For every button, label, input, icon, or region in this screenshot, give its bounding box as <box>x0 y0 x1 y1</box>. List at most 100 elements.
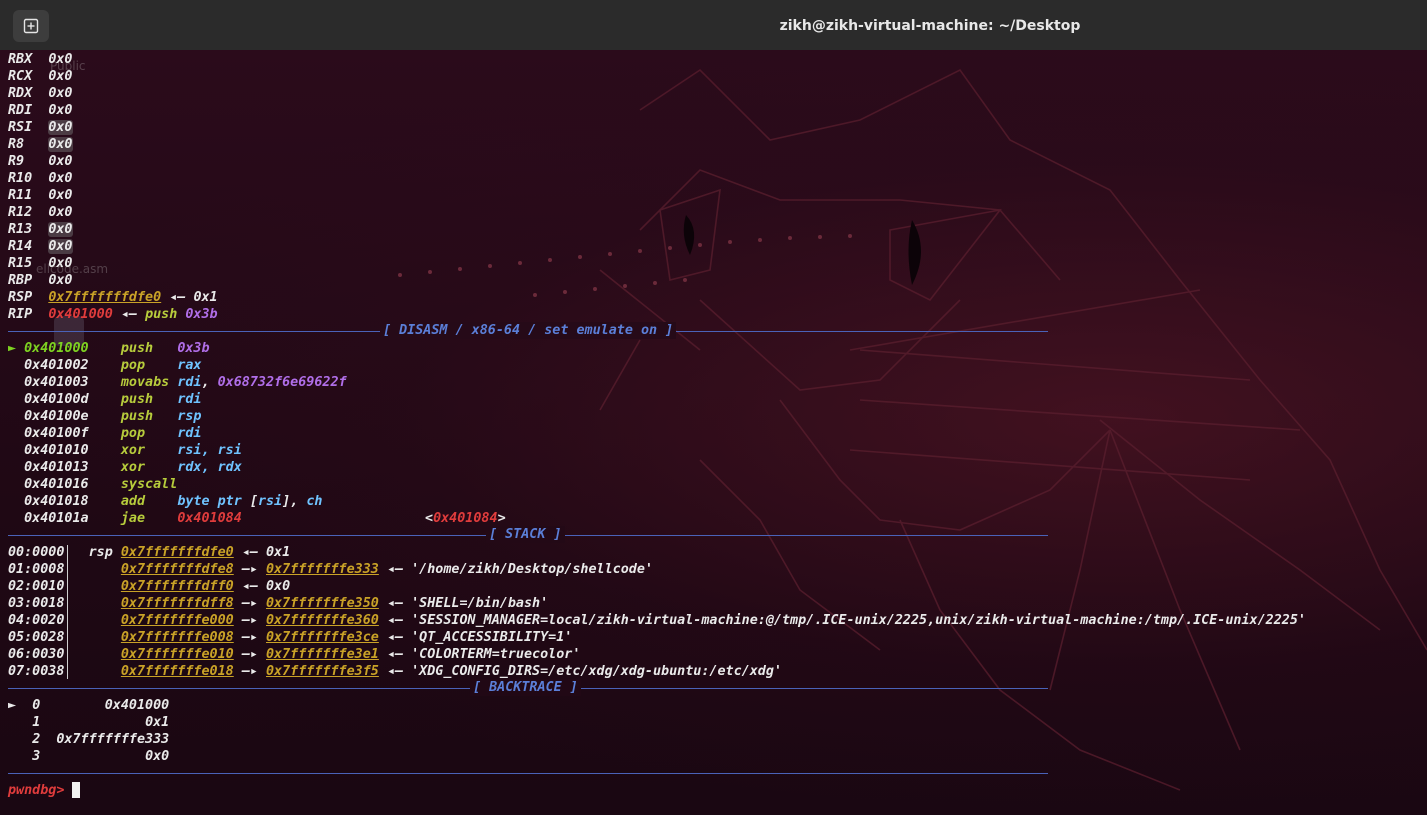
register-value[interactable]: 0x0 <box>48 188 72 203</box>
disasm-line[interactable]: 0x401018 add byte ptr [rsi], ch <box>8 493 322 510</box>
register-name: R12 <box>8 205 33 220</box>
backtrace-frame[interactable]: ► 0 0x401000 <box>8 697 169 714</box>
jump-target[interactable]: <0x401084> <box>425 510 506 527</box>
instruction-address[interactable]: 0x401003 <box>24 375 89 390</box>
register-value[interactable]: 0x0 <box>48 137 73 152</box>
deref-arrow: ◂— <box>241 579 258 594</box>
register-name: RSI <box>8 120 33 135</box>
register-value[interactable]: 0x0 <box>48 154 72 169</box>
pointer-value[interactable]: 0x7fffffffe360 <box>266 613 379 628</box>
terminal-titlebar[interactable]: zikh@zikh-virtual-machine: ~/Desktop <box>0 0 1427 51</box>
register-name: RDX <box>8 86 33 101</box>
deref-arrow: ◂— <box>386 630 404 645</box>
register-value[interactable]: 0x0 <box>48 86 72 101</box>
register-value[interactable]: 0x401000 <box>48 307 113 322</box>
pointer-value[interactable]: 0x7fffffffe350 <box>266 596 379 611</box>
disasm-line[interactable]: 0x401010 xor rsi, rsi <box>8 442 242 459</box>
instruction-address[interactable]: 0x401018 <box>24 494 89 509</box>
stack-line[interactable]: 05:0028 0x7fffffffe008 —▸ 0x7fffffffe3ce… <box>8 629 572 646</box>
frame-address[interactable]: 0x401000 <box>105 698 170 713</box>
backtrace-frame[interactable]: 3 0x0 <box>8 748 169 765</box>
disasm-line[interactable]: 0x401016 syscall <box>8 476 185 493</box>
rip-line: RIP 0x401000 ◂— push 0x3b <box>8 306 218 323</box>
deref-arrow: ◂— <box>386 562 404 577</box>
register-value[interactable]: 0x0 <box>48 222 73 237</box>
register-value[interactable]: 0x0 <box>48 171 72 186</box>
stack-address[interactable]: 0x7fffffffdff0 <box>121 579 234 594</box>
frame-address[interactable]: 0x0 <box>145 749 169 764</box>
pointer-value[interactable]: 0x7fffffffe333 <box>266 562 379 577</box>
frame-index: 3 <box>32 749 41 764</box>
register-value[interactable]: 0x0 <box>48 120 73 135</box>
instruction-address[interactable]: 0x40100d <box>24 392 89 407</box>
stack-address[interactable]: 0x7fffffffe008 <box>121 630 234 645</box>
frame-address[interactable]: 0x7fffffffe333 <box>56 732 169 747</box>
register-value[interactable]: 0x7fffffffdfe0 <box>48 290 161 305</box>
stack-address[interactable]: 0x7fffffffdfe8 <box>121 562 234 577</box>
register-value[interactable]: 0x0 <box>48 256 72 271</box>
instruction-address[interactable]: 0x40101a <box>24 511 89 526</box>
stack-line[interactable]: 02:0010 0x7fffffffdff0 ◂— 0x0 <box>8 578 290 595</box>
stack-offset: 04:0020 <box>8 613 65 628</box>
stack-address[interactable]: 0x7fffffffdff8 <box>121 596 234 611</box>
disasm-line[interactable]: ► 0x401000 push 0x3b <box>8 340 210 357</box>
backtrace-frame[interactable]: 2 0x7fffffffe333 <box>8 731 169 748</box>
current-frame-marker: ► <box>8 698 17 713</box>
terminal-area[interactable]: Public ellcode.asm RBX 0x0 RCX 0x0 RDX 0x0… <box>0 50 1427 815</box>
pointer-value[interactable]: 0x7fffffffe3e1 <box>266 647 379 662</box>
pointer-value[interactable]: 0x7fffffffe3f5 <box>266 664 379 679</box>
disasm-line[interactable]: 0x40100f pop rdi <box>8 425 201 442</box>
frame-address[interactable]: 0x1 <box>145 715 169 730</box>
backtrace-section-title: [ BACKTRACE ] <box>470 679 581 696</box>
instruction-address[interactable]: 0x40100e <box>24 409 89 424</box>
backtrace-frame[interactable]: 1 0x1 <box>8 714 169 731</box>
mnemonic: syscall <box>120 477 178 492</box>
deref-arrow: —▸ <box>241 596 258 611</box>
stack-value: 'XDG_CONFIG_DIRS=/etc/xdg/xdg-ubuntu:/et… <box>411 664 782 679</box>
register-name: RBP <box>8 273 33 288</box>
jump-target-part: > <box>497 511 506 526</box>
register-value[interactable]: 0x0 <box>48 273 72 288</box>
operand: 0x68732f6e69622f <box>217 375 347 390</box>
disasm-line[interactable]: 0x40101a jae 0x401084 <0x401084> <box>8 510 506 527</box>
pointer-value[interactable]: 0x7fffffffe3ce <box>266 630 379 645</box>
instruction-address[interactable]: 0x401002 <box>24 358 89 373</box>
instruction-address[interactable]: 0x40100f <box>24 426 89 441</box>
instruction-address[interactable]: 0x401000 <box>24 341 89 356</box>
disasm-line[interactable]: 0x401002 pop rax <box>8 357 201 374</box>
stack-value: 'COLORTERM=truecolor' <box>411 647 581 662</box>
operand-part: [ <box>241 494 258 509</box>
jump-target-part: < <box>425 511 434 526</box>
register-name: R11 <box>8 188 33 203</box>
register-value[interactable]: 0x0 <box>48 205 72 220</box>
instruction-address[interactable]: 0x401010 <box>24 443 89 458</box>
register-value[interactable]: 0x0 <box>48 103 72 118</box>
disasm-line[interactable]: 0x40100d push rdi <box>8 391 201 408</box>
deref-arrow: ◂— <box>169 290 186 305</box>
operands: rdi, 0x68732f6e69622f <box>177 375 347 390</box>
disasm-line[interactable]: 0x40100e push rsp <box>8 408 201 425</box>
register-value[interactable]: 0x0 <box>48 69 72 84</box>
prompt-line[interactable]: pwndbg> <box>8 782 64 799</box>
pwndbg-prompt: pwndbg> <box>8 783 65 798</box>
stack-line[interactable]: 04:0020 0x7fffffffe000 —▸ 0x7fffffffe360… <box>8 612 1306 629</box>
stack-line[interactable]: 07:0038 0x7fffffffe018 —▸ 0x7fffffffe3f5… <box>8 663 782 680</box>
stack-address[interactable]: 0x7fffffffe000 <box>121 613 234 628</box>
stack-address[interactable]: 0x7fffffffe010 <box>121 647 234 662</box>
register-name: R15 <box>8 256 33 271</box>
frame-index: 1 <box>32 715 41 730</box>
instruction-address[interactable]: 0x401016 <box>24 477 89 492</box>
stack-line[interactable]: 00:0000 rsp 0x7fffffffdfe0 ◂— 0x1 <box>8 544 290 561</box>
register-value[interactable]: 0x0 <box>48 239 73 254</box>
register-name: R8 <box>8 137 25 152</box>
stack-line[interactable]: 01:0008 0x7fffffffdfe8 —▸ 0x7fffffffe333… <box>8 561 653 578</box>
stack-address[interactable]: 0x7fffffffdfe0 <box>121 545 234 560</box>
disasm-line[interactable]: 0x401013 xor rdx, rdx <box>8 459 242 476</box>
jump-target-part: 0x401084 <box>433 511 498 526</box>
instruction-address[interactable]: 0x401013 <box>24 460 89 475</box>
stack-line[interactable]: 03:0018 0x7fffffffdff8 —▸ 0x7fffffffe350… <box>8 595 548 612</box>
stack-line[interactable]: 06:0030 0x7fffffffe010 —▸ 0x7fffffffe3e1… <box>8 646 580 663</box>
stack-address[interactable]: 0x7fffffffe018 <box>121 664 234 679</box>
disasm-line[interactable]: 0x401003 movabs rdi, 0x68732f6e69622f <box>8 374 347 391</box>
register-value[interactable]: 0x0 <box>48 52 72 67</box>
